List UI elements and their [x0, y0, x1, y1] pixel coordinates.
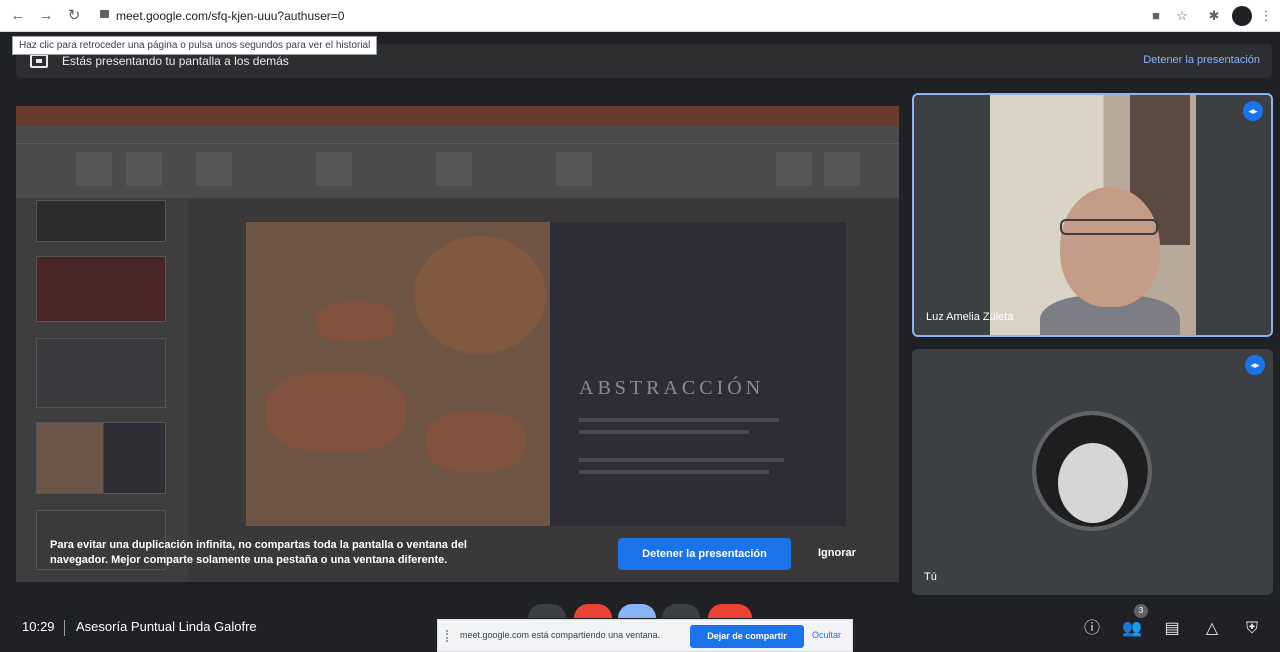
profile-icon[interactable] [1232, 6, 1252, 26]
address-bar[interactable]: meet.google.com/sfq-kjen-uuu?authuser=0 [98, 4, 1128, 28]
meeting-time: 10:29 [22, 619, 55, 634]
self-name: Tú [924, 571, 937, 583]
ignore-button[interactable]: Ignorar [818, 547, 856, 559]
stop-presenting-button[interactable]: Detener la presentación [618, 538, 791, 570]
speaking-indicator-icon: ◂▸ [1243, 101, 1263, 121]
share-notice-text: meet.google.com está compartiendo una ve… [460, 630, 661, 640]
slide-thumbnail [36, 256, 166, 322]
speaking-indicator-icon: ◂▸ [1245, 355, 1265, 375]
current-slide: ABSTRACCIÓN [246, 222, 846, 526]
camera-icon[interactable]: ■ [1146, 6, 1166, 26]
stop-sharing-button[interactable]: Dejar de compartir [690, 625, 804, 648]
slide-title: ABSTRACCIÓN [579, 377, 765, 399]
activities-icon[interactable]: △ [1200, 617, 1224, 641]
shared-screen-preview: ABSTRACCIÓN Para evitar una duplicación … [16, 106, 899, 582]
ribbon-tool [126, 152, 162, 186]
presenting-text: Estás presentando tu pantalla a los demá… [62, 54, 289, 68]
chat-icon[interactable]: ▤ [1160, 617, 1184, 641]
slide-artwork [246, 222, 550, 526]
slide-text-line [579, 470, 769, 474]
infinite-mirror-warning: Para evitar una duplicación infinita, no… [50, 539, 467, 566]
avatar-face [1058, 443, 1128, 523]
slide-text-line [579, 458, 784, 462]
meeting-name: Asesoría Puntual Linda Galofre [76, 619, 257, 634]
info-icon[interactable]: ⓘ [1080, 617, 1104, 641]
ribbon-tool [196, 152, 232, 186]
extensions-icon[interactable]: ✱ [1204, 6, 1224, 26]
back-button-tooltip: Haz clic para retroceder una página o pu… [12, 36, 378, 55]
ribbon-tool [316, 152, 352, 186]
slide-thumbnail [36, 338, 166, 408]
art-shape [316, 302, 396, 342]
present-button[interactable] [618, 604, 656, 618]
host-controls-icon[interactable]: ⛨ [1240, 617, 1264, 641]
participant-count-badge: 3 [1134, 604, 1148, 618]
participant-video [990, 95, 1196, 335]
mic-button[interactable] [528, 604, 566, 618]
participant-name: Luz Amelia Zuleta [926, 311, 1014, 323]
participant-face [1060, 187, 1160, 307]
people-icon[interactable]: 👥 [1120, 617, 1144, 641]
ribbon-tool [776, 152, 812, 186]
menu-icon[interactable]: ⋮ [1256, 6, 1276, 26]
back-arrow-icon[interactable]: ← [8, 6, 28, 26]
powerpoint-ribbon [16, 126, 899, 198]
stop-presenting-link[interactable]: Detener la presentación [1143, 54, 1260, 66]
self-tile[interactable]: ◂▸ Tú [912, 349, 1273, 595]
powerpoint-titlebar [16, 106, 899, 126]
slide-thumbnail [36, 200, 166, 242]
participant-glasses [1060, 219, 1158, 235]
star-icon[interactable]: ☆ [1172, 6, 1192, 26]
drag-handle-icon[interactable] [446, 630, 450, 642]
forward-arrow-icon[interactable]: → [36, 6, 56, 26]
ribbon-tool [76, 152, 112, 186]
slide-text-line [579, 430, 749, 434]
slide-thumbnails-pane [16, 198, 188, 582]
art-shape [426, 412, 526, 472]
art-shape [266, 372, 406, 452]
present-screen-icon [30, 54, 48, 68]
ribbon-tabs [16, 126, 899, 144]
more-options-button[interactable] [662, 604, 700, 618]
browser-toolbar: ← → ↻ meet.google.com/sfq-kjen-uuu?authu… [0, 0, 1280, 32]
participant-tile[interactable]: ◂▸ Luz Amelia Zuleta [912, 93, 1273, 337]
browser-share-notice: meet.google.com está compartiendo una ve… [437, 619, 853, 652]
reload-icon[interactable]: ↻ [64, 6, 84, 26]
divider [64, 620, 65, 636]
self-avatar [1032, 411, 1152, 531]
ribbon-tool [556, 152, 592, 186]
art-circle [414, 236, 546, 354]
slide-text-line [579, 418, 779, 422]
leave-call-button[interactable] [708, 604, 752, 618]
hide-notice-button[interactable]: Ocultar [812, 630, 841, 640]
camera-button[interactable] [574, 604, 612, 618]
ribbon-tool [436, 152, 472, 186]
slide-thumbnail [36, 422, 166, 494]
ribbon-tool [824, 152, 860, 186]
